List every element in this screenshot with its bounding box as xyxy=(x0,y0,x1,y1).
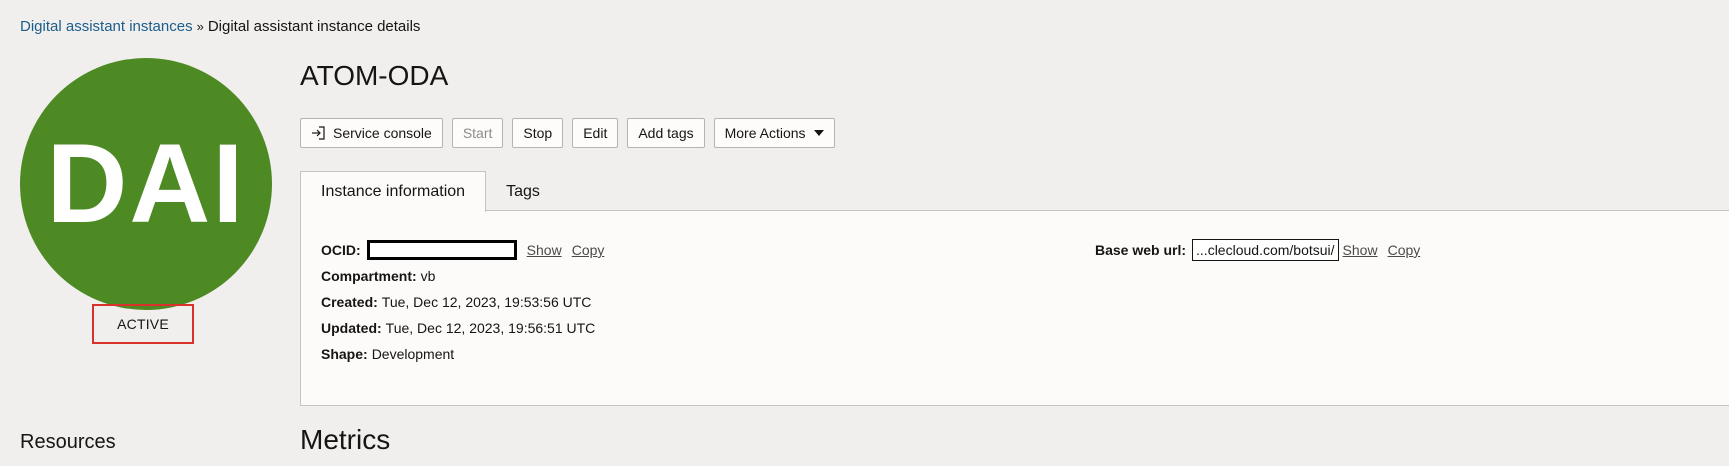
ocid-row: OCID: Show Copy xyxy=(321,237,610,263)
shape-row: Shape: Development xyxy=(321,341,610,367)
updated-label: Updated: xyxy=(321,320,382,336)
status-text: ACTIVE xyxy=(117,316,169,332)
resources-heading: Resources xyxy=(20,431,116,453)
instance-info-panel: OCID: Show Copy Compartment: vb Created:… xyxy=(300,210,1729,406)
base-web-url-row: Base web url: ...clecloud.com/botsui/ Sh… xyxy=(1095,237,1426,263)
ocid-copy-link[interactable]: Copy xyxy=(572,242,605,258)
created-value: Tue, Dec 12, 2023, 19:53:56 UTC xyxy=(381,294,592,310)
start-button[interactable]: Start xyxy=(451,118,504,148)
breadcrumb-link-instances[interactable]: Digital assistant instances xyxy=(20,18,193,35)
more-actions-label: More Actions xyxy=(724,125,806,141)
ocid-show-link[interactable]: Show xyxy=(527,242,562,258)
compartment-row: Compartment: vb xyxy=(321,263,610,289)
stop-button[interactable]: Stop xyxy=(512,118,564,148)
ocid-redacted xyxy=(366,240,517,260)
service-console-label: Service console xyxy=(333,125,432,141)
ocid-label: OCID: xyxy=(321,242,361,258)
shape-label: Shape: xyxy=(321,346,368,362)
action-toolbar: Service console Start Stop Edit Add tags… xyxy=(300,118,835,148)
add-tags-button[interactable]: Add tags xyxy=(627,118,705,148)
shape-value: Development xyxy=(371,346,455,362)
external-link-icon xyxy=(311,126,325,140)
base-web-url-value[interactable]: ...clecloud.com/botsui/ xyxy=(1192,239,1339,261)
tab-bar: Instance information Tags xyxy=(300,171,560,212)
caret-down-icon xyxy=(813,130,824,136)
created-label: Created: xyxy=(321,294,378,310)
updated-row: Updated: Tue, Dec 12, 2023, 19:56:51 UTC xyxy=(321,315,610,341)
instance-info-left: OCID: Show Copy Compartment: vb Created:… xyxy=(321,237,610,367)
more-actions-button[interactable]: More Actions xyxy=(713,118,835,148)
breadcrumb-current: Digital assistant instance details xyxy=(207,18,421,35)
updated-value: Tue, Dec 12, 2023, 19:56:51 UTC xyxy=(385,320,596,336)
base-web-url-copy-link[interactable]: Copy xyxy=(1388,242,1421,258)
breadcrumb-separator: » xyxy=(196,19,204,34)
edit-button[interactable]: Edit xyxy=(572,118,619,148)
created-row: Created: Tue, Dec 12, 2023, 19:53:56 UTC xyxy=(321,289,610,315)
base-web-url-show-link[interactable]: Show xyxy=(1343,242,1378,258)
instance-avatar: DAI xyxy=(20,58,272,310)
base-web-url-label: Base web url: xyxy=(1095,242,1187,258)
avatar-initials: DAI xyxy=(46,121,246,246)
instance-info-right: Base web url: ...clecloud.com/botsui/ Sh… xyxy=(1095,237,1426,263)
compartment-label: Compartment: xyxy=(321,268,417,284)
service-console-button[interactable]: Service console xyxy=(300,118,443,148)
breadcrumb: Digital assistant instances» Digital assi… xyxy=(20,18,420,35)
page-title: ATOM-ODA xyxy=(300,60,449,91)
compartment-value: vb xyxy=(420,268,436,284)
tab-instance-information[interactable]: Instance information xyxy=(300,171,487,212)
metrics-heading: Metrics xyxy=(300,424,391,455)
status-badge: ACTIVE xyxy=(92,304,194,344)
tab-tags[interactable]: Tags xyxy=(486,172,560,212)
